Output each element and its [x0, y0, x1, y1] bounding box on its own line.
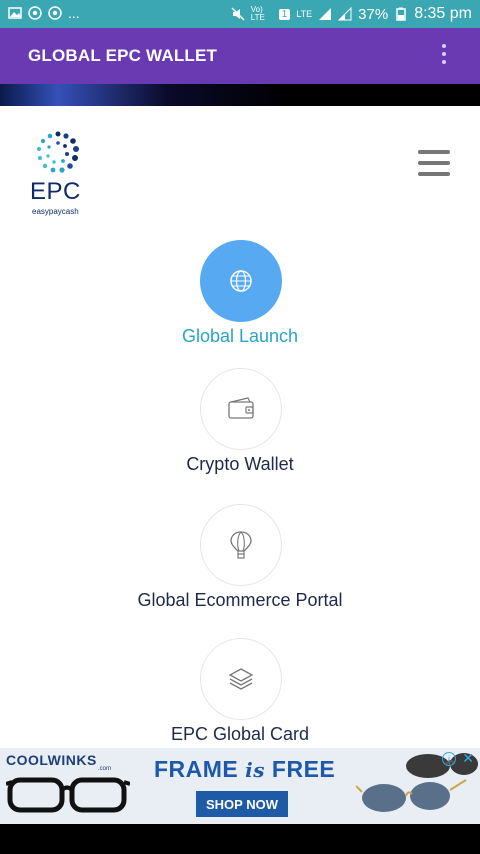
menu-label: Crypto Wallet	[186, 454, 294, 474]
layers-icon	[228, 668, 254, 690]
epc-logo-mark	[37, 131, 79, 173]
globe-icon-circle	[200, 240, 282, 322]
clock: 8:35 pm	[414, 5, 472, 22]
app-title: GLOBAL EPC WALLET	[28, 46, 218, 65]
gallery-icon	[8, 7, 22, 19]
ad-headline-mid: is	[245, 758, 266, 782]
lte-label: LTE	[296, 9, 313, 19]
webview-page: EPC easypaycash Global Launch Crypto Wal…	[0, 106, 480, 748]
battery-percent: 37%	[358, 5, 389, 23]
ad-headline-post: FREE	[271, 756, 336, 782]
sim-slot-badge: 1	[278, 8, 291, 20]
signal-icon	[319, 8, 332, 20]
menu-label: Global Ecommerce Portal	[137, 590, 343, 610]
layers-icon-circle	[200, 638, 282, 720]
wallet-icon	[228, 397, 254, 419]
whatsapp-icon	[28, 6, 42, 20]
menu-item-crypto-wallet[interactable]: Crypto Wallet	[0, 368, 480, 494]
whatsapp-icon	[48, 6, 62, 20]
ad-headline-pre: FRAME	[154, 756, 239, 782]
menu-item-global-launch[interactable]: Global Launch	[0, 234, 480, 360]
menu-label: EPC Global Card	[170, 724, 310, 744]
menu-label: Global Launch	[181, 326, 299, 346]
eyeglasses-image	[6, 777, 130, 813]
app-bar: GLOBAL EPC WALLET	[0, 28, 480, 84]
ad-banner[interactable]: COOLWINKS .com FRAME is FREE SHOP NOW i …	[0, 748, 480, 824]
hot-air-balloon-icon	[230, 531, 252, 559]
wallet-icon-circle	[200, 368, 282, 450]
globe-icon	[230, 270, 252, 292]
more-notifications: ...	[68, 5, 80, 21]
logo-brand-text: EPC	[30, 178, 81, 205]
battery-icon	[396, 7, 406, 21]
mute-icon	[231, 7, 245, 21]
ad-headline: FRAME is FREE	[154, 756, 335, 783]
bottom-bar	[0, 824, 480, 854]
signal-icon	[338, 7, 352, 21]
ad-info-icon[interactable]: i	[442, 752, 456, 766]
hot-air-balloon-icon-circle	[200, 504, 282, 586]
menu-item-epc-global-card[interactable]: EPC Global Card	[0, 638, 480, 748]
status-bar: ... Vo) LTE 1 LTE 37% 8:35 pm	[0, 0, 480, 28]
volte-label: Vo) LTE	[250, 5, 265, 22]
header-image-strip	[0, 84, 480, 106]
epc-logo[interactable]: EPC easypaycash	[28, 130, 88, 220]
overflow-menu-icon[interactable]	[440, 44, 448, 68]
menu-item-global-ecommerce-portal[interactable]: Global Ecommerce Portal	[0, 504, 480, 630]
hamburger-menu-icon[interactable]	[418, 150, 450, 178]
close-icon[interactable]: ✕	[462, 750, 474, 767]
logo-tagline: easypaycash	[32, 207, 79, 216]
ad-brand-logo: COOLWINKS	[6, 752, 97, 768]
shop-now-button[interactable]: SHOP NOW	[196, 791, 288, 817]
